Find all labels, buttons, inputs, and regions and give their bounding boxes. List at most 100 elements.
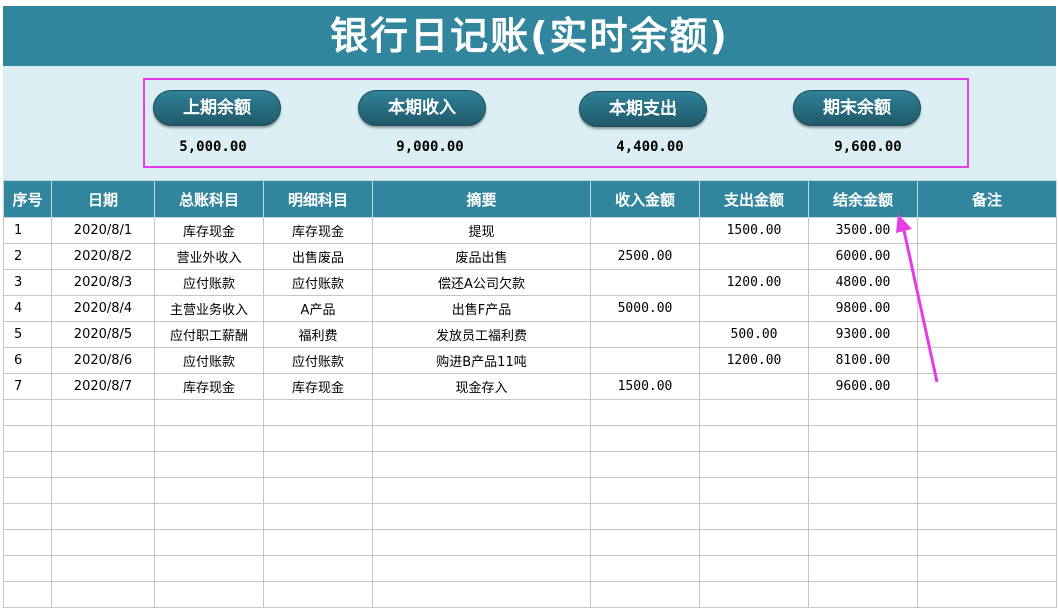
cell-detail-account[interactable] — [263, 581, 373, 608]
cell-detail-account[interactable] — [263, 477, 373, 504]
cell-income[interactable] — [590, 451, 700, 478]
cell-summary[interactable]: 偿还A公司欠款 — [372, 269, 591, 296]
cell-seq[interactable] — [3, 399, 52, 426]
cell-balance[interactable] — [808, 555, 918, 582]
cell-remarks[interactable] — [917, 425, 1057, 452]
cell-expense[interactable] — [699, 295, 809, 322]
cell-date[interactable] — [51, 451, 155, 478]
cell-balance[interactable] — [808, 451, 918, 478]
cell-date[interactable]: 2020/8/1 — [51, 217, 155, 244]
cell-remarks[interactable] — [917, 451, 1057, 478]
cell-remarks[interactable] — [917, 529, 1057, 556]
cell-remarks[interactable] — [917, 217, 1057, 244]
cell-expense[interactable] — [699, 243, 809, 270]
cell-expense[interactable] — [699, 581, 809, 608]
cell-balance[interactable]: 4800.00 — [808, 269, 918, 296]
cell-detail-account[interactable] — [263, 425, 373, 452]
cell-general-account[interactable] — [154, 477, 264, 504]
cell-date[interactable] — [51, 399, 155, 426]
cell-seq[interactable]: 4 — [3, 295, 52, 322]
cell-summary[interactable]: 现金存入 — [372, 373, 591, 400]
cell-balance[interactable]: 8100.00 — [808, 347, 918, 374]
cell-date[interactable]: 2020/8/5 — [51, 321, 155, 348]
cell-expense[interactable]: 500.00 — [699, 321, 809, 348]
cell-remarks[interactable] — [917, 581, 1057, 608]
cell-expense[interactable] — [699, 425, 809, 452]
cell-income[interactable]: 2500.00 — [590, 243, 700, 270]
cell-expense[interactable]: 1500.00 — [699, 217, 809, 244]
cell-income[interactable] — [590, 503, 700, 530]
cell-expense[interactable]: 1200.00 — [699, 269, 809, 296]
cell-balance[interactable]: 9800.00 — [808, 295, 918, 322]
cell-seq[interactable]: 5 — [3, 321, 52, 348]
cell-remarks[interactable] — [917, 399, 1057, 426]
cell-remarks[interactable] — [917, 295, 1057, 322]
cell-expense[interactable] — [699, 451, 809, 478]
cell-seq[interactable] — [3, 503, 52, 530]
cell-general-account[interactable]: 应付职工薪酬 — [154, 321, 264, 348]
cell-seq[interactable]: 7 — [3, 373, 52, 400]
cell-income[interactable] — [590, 217, 700, 244]
cell-general-account[interactable]: 库存现金 — [154, 373, 264, 400]
cell-remarks[interactable] — [917, 503, 1057, 530]
cell-summary[interactable] — [372, 425, 591, 452]
cell-detail-account[interactable]: 福利费 — [263, 321, 373, 348]
cell-summary[interactable] — [372, 451, 591, 478]
cell-balance[interactable] — [808, 529, 918, 556]
cell-balance[interactable]: 9300.00 — [808, 321, 918, 348]
cell-date[interactable]: 2020/8/6 — [51, 347, 155, 374]
cell-summary[interactable] — [372, 581, 591, 608]
cell-income[interactable]: 5000.00 — [590, 295, 700, 322]
cell-remarks[interactable] — [917, 373, 1057, 400]
cell-detail-account[interactable]: 出售废品 — [263, 243, 373, 270]
cell-balance[interactable] — [808, 399, 918, 426]
cell-detail-account[interactable]: 库存现金 — [263, 373, 373, 400]
cell-seq[interactable]: 6 — [3, 347, 52, 374]
cell-general-account[interactable]: 库存现金 — [154, 217, 264, 244]
cell-detail-account[interactable] — [263, 451, 373, 478]
cell-income[interactable] — [590, 581, 700, 608]
cell-remarks[interactable] — [917, 243, 1057, 270]
cell-detail-account[interactable]: 库存现金 — [263, 217, 373, 244]
cell-summary[interactable] — [372, 399, 591, 426]
cell-general-account[interactable] — [154, 503, 264, 530]
cell-date[interactable]: 2020/8/7 — [51, 373, 155, 400]
cell-expense[interactable] — [699, 555, 809, 582]
cell-general-account[interactable] — [154, 581, 264, 608]
cell-expense[interactable] — [699, 373, 809, 400]
cell-balance[interactable] — [808, 477, 918, 504]
cell-summary[interactable] — [372, 529, 591, 556]
cell-date[interactable]: 2020/8/4 — [51, 295, 155, 322]
cell-detail-account[interactable] — [263, 529, 373, 556]
cell-income[interactable] — [590, 269, 700, 296]
cell-summary[interactable] — [372, 555, 591, 582]
cell-balance[interactable]: 9600.00 — [808, 373, 918, 400]
cell-expense[interactable] — [699, 477, 809, 504]
cell-summary[interactable] — [372, 477, 591, 504]
cell-date[interactable]: 2020/8/2 — [51, 243, 155, 270]
cell-date[interactable] — [51, 581, 155, 608]
cell-general-account[interactable] — [154, 555, 264, 582]
cell-income[interactable] — [590, 477, 700, 504]
cell-general-account[interactable] — [154, 399, 264, 426]
cell-general-account[interactable]: 应付账款 — [154, 269, 264, 296]
cell-detail-account[interactable] — [263, 503, 373, 530]
cell-general-account[interactable]: 应付账款 — [154, 347, 264, 374]
cell-detail-account[interactable] — [263, 555, 373, 582]
cell-remarks[interactable] — [917, 321, 1057, 348]
cell-detail-account[interactable]: 应付账款 — [263, 269, 373, 296]
cell-balance[interactable] — [808, 581, 918, 608]
cell-date[interactable] — [51, 529, 155, 556]
cell-seq[interactable]: 1 — [3, 217, 52, 244]
cell-seq[interactable] — [3, 555, 52, 582]
cell-detail-account[interactable]: A产品 — [263, 295, 373, 322]
cell-summary[interactable]: 购进B产品11吨 — [372, 347, 591, 374]
cell-seq[interactable]: 3 — [3, 269, 52, 296]
cell-seq[interactable] — [3, 425, 52, 452]
cell-seq[interactable] — [3, 581, 52, 608]
cell-remarks[interactable] — [917, 347, 1057, 374]
cell-seq[interactable]: 2 — [3, 243, 52, 270]
cell-income[interactable] — [590, 555, 700, 582]
cell-summary[interactable]: 出售F产品 — [372, 295, 591, 322]
cell-date[interactable]: 2020/8/3 — [51, 269, 155, 296]
